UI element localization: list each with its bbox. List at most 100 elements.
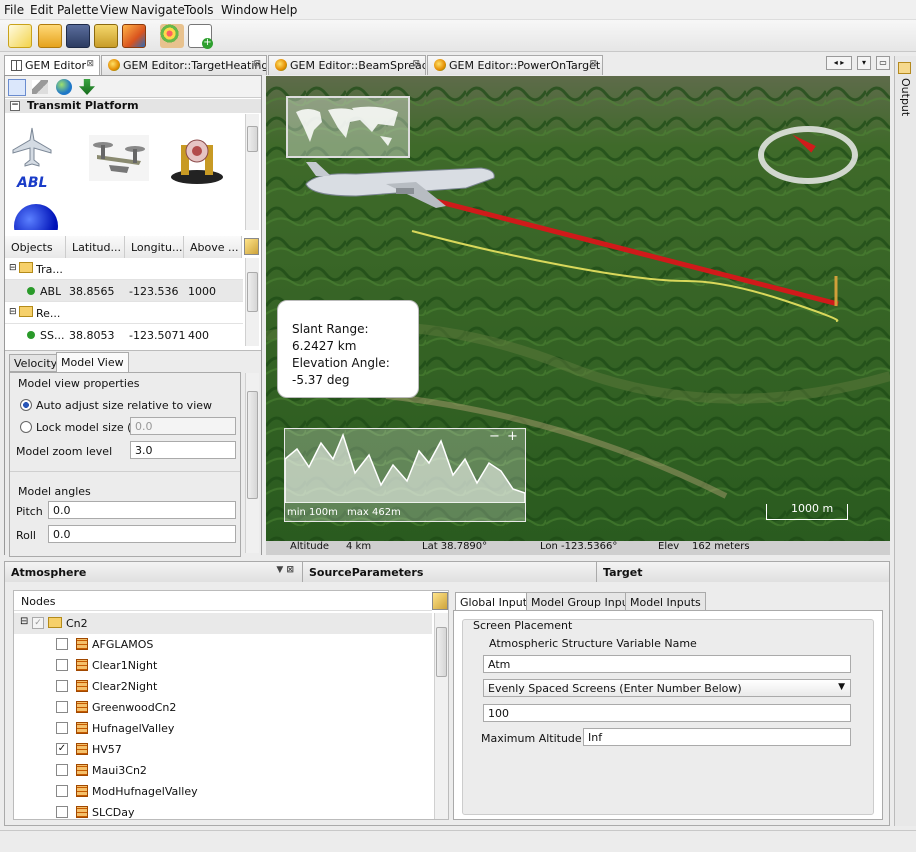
node-checkbox[interactable] xyxy=(56,806,68,818)
download-icon[interactable] xyxy=(79,79,95,95)
maximize-icon[interactable]: ▭ xyxy=(876,56,890,70)
list-item[interactable]: ✓ HV57 xyxy=(26,739,446,760)
node-checkbox[interactable] xyxy=(56,659,68,671)
tab-velocity[interactable]: Velocity xyxy=(9,354,63,372)
zoom-field[interactable]: 3.0 xyxy=(130,441,236,459)
zoom-in-icon[interactable]: + xyxy=(507,429,518,444)
auto-adjust-radio[interactable] xyxy=(20,399,32,411)
tiltrotor-icon[interactable] xyxy=(89,135,149,181)
list-item[interactable]: HufnagelValley xyxy=(26,718,446,739)
col-latitude[interactable]: Latitud... xyxy=(66,236,125,258)
menu-navigate[interactable]: Navigate xyxy=(131,3,185,17)
menu-edit[interactable]: Edit xyxy=(30,3,53,17)
tree-root-row[interactable]: ⊟ ✓ Cn2 xyxy=(14,613,432,634)
world-overview-map[interactable] xyxy=(286,96,410,158)
roll-field[interactable]: 0.0 xyxy=(48,525,236,543)
table-row[interactable]: SS... 38.8053 -123.5071 400 xyxy=(5,324,243,346)
globe-view[interactable]: Slant Range: 6.2427 km Elevation Angle: … xyxy=(266,76,890,541)
node-checkbox[interactable] xyxy=(56,785,68,797)
table-scrollbar[interactable] xyxy=(245,258,259,346)
list-item[interactable]: AFGLAMOS xyxy=(26,634,446,655)
abl-aircraft-icon[interactable] xyxy=(296,162,501,212)
table-row[interactable]: ABL 38.8565 -123.536 1000 xyxy=(5,280,243,302)
panel-source-parameters[interactable]: SourceParameters xyxy=(303,562,597,582)
collapse-icon[interactable]: − xyxy=(10,101,20,111)
sphere-icon[interactable] xyxy=(14,204,58,230)
globe-status-bar: Altitude 4 km Lat 38.7890° Lon -123.5366… xyxy=(266,541,890,555)
palette-header[interactable]: − Transmit Platform xyxy=(5,99,261,113)
menu-window[interactable]: Window xyxy=(221,3,268,17)
node-checkbox[interactable] xyxy=(56,680,68,692)
close-icon[interactable]: ⊠ xyxy=(253,59,261,69)
screen-count-field[interactable]: 100 xyxy=(483,704,851,722)
palette-scrollbar[interactable] xyxy=(245,114,259,230)
expand-icon[interactable]: ⊟ xyxy=(9,307,17,317)
airplane-icon[interactable] xyxy=(11,126,53,168)
col-longitude[interactable]: Longitu... xyxy=(125,236,184,258)
screens-mode-select[interactable]: Evenly Spaced Screens (Enter Number Belo… xyxy=(483,679,851,697)
nodes-header[interactable]: Nodes xyxy=(14,591,432,611)
save-icon[interactable] xyxy=(66,24,90,48)
tab-beam-spread[interactable]: GEM Editor::BeamSpread ⊠ xyxy=(268,55,426,75)
list-item[interactable]: GreenwoodCn2 xyxy=(26,697,446,718)
globe-icon[interactable] xyxy=(56,79,72,95)
properties-scrollbar[interactable] xyxy=(245,373,259,553)
expand-icon[interactable]: ⊟ xyxy=(9,263,17,273)
list-item[interactable]: ModHufnagelValley xyxy=(26,781,446,802)
tree-scrollbar[interactable] xyxy=(434,613,448,819)
panel-atmosphere[interactable]: Atmosphere ▼ ⊠ xyxy=(5,562,303,582)
output-tab[interactable]: Output xyxy=(899,78,912,116)
group-title: Screen Placement xyxy=(473,619,573,632)
menu-file[interactable]: File xyxy=(4,3,24,17)
compass-icon[interactable] xyxy=(758,126,858,184)
table-row[interactable]: ⊟ Re... xyxy=(5,302,243,324)
col-above[interactable]: Above ... xyxy=(184,236,242,258)
pitch-field[interactable]: 0.0 xyxy=(48,501,236,519)
node-checkbox[interactable]: ✓ xyxy=(56,743,68,755)
tab-model-view[interactable]: Model View xyxy=(56,352,129,372)
variable-name-field[interactable]: Atm xyxy=(483,655,851,673)
lock-size-field[interactable]: 0.0 xyxy=(130,417,236,435)
expand-icon[interactable]: ⊟ xyxy=(20,616,28,627)
tab-target-heating[interactable]: GEM Editor::TargetHeating ⊠ xyxy=(101,55,267,75)
menu-tools[interactable]: Tools xyxy=(184,3,214,17)
tab-power-on-target[interactable]: GEM Editor::PowerOnTarget ⊠ xyxy=(427,55,603,75)
matlab-icon[interactable] xyxy=(122,24,146,48)
save-all-icon[interactable] xyxy=(94,24,118,48)
max-altitude-field[interactable]: Inf xyxy=(583,728,851,746)
new-window-icon[interactable]: + xyxy=(188,24,213,49)
list-item[interactable]: SLCDay xyxy=(26,802,446,820)
table-row[interactable]: ⊟ Tra... xyxy=(5,258,243,280)
tab-gem-editor[interactable]: GEM Editor ⊠ xyxy=(4,55,100,75)
close-icon[interactable]: ⊠ xyxy=(86,59,94,69)
palette-icon[interactable] xyxy=(160,24,184,48)
close-icon[interactable]: ⊠ xyxy=(412,59,420,69)
new-file-icon[interactable] xyxy=(8,24,32,48)
menu-view[interactable]: View xyxy=(100,3,128,17)
node-checkbox[interactable] xyxy=(56,764,68,776)
list-item[interactable]: Clear1Night xyxy=(26,655,446,676)
tab-model-inputs[interactable]: Model Inputs xyxy=(625,592,706,611)
menu-help[interactable]: Help xyxy=(270,3,297,17)
root-checkbox[interactable]: ✓ xyxy=(32,617,44,629)
list-item[interactable]: Maui3Cn2 xyxy=(26,760,446,781)
node-checkbox[interactable] xyxy=(56,638,68,650)
list-item[interactable]: Clear2Night xyxy=(26,676,446,697)
lock-size-radio[interactable] xyxy=(20,421,32,433)
satellite-icon[interactable] xyxy=(32,80,48,94)
tree-options-icon[interactable] xyxy=(432,592,448,610)
chart-view-icon[interactable] xyxy=(8,79,26,96)
tab-list-icon[interactable]: ▾ xyxy=(857,56,871,70)
close-icon[interactable]: ⊠ xyxy=(589,59,597,69)
turret-icon[interactable] xyxy=(165,133,229,187)
node-checkbox[interactable] xyxy=(56,701,68,713)
panel-target[interactable]: Target xyxy=(597,562,889,582)
node-checkbox[interactable] xyxy=(56,722,68,734)
scroll-tabs-icon[interactable]: ◂ ▸ xyxy=(826,56,852,70)
menu-palette[interactable]: Palette xyxy=(57,3,99,17)
col-objects[interactable]: Objects xyxy=(5,236,66,258)
table-options-icon[interactable] xyxy=(244,238,259,255)
panel-controls-icon[interactable]: ▼ ⊠ xyxy=(276,565,294,575)
zoom-out-icon[interactable]: − xyxy=(489,429,500,444)
open-folder-icon[interactable] xyxy=(38,24,62,48)
